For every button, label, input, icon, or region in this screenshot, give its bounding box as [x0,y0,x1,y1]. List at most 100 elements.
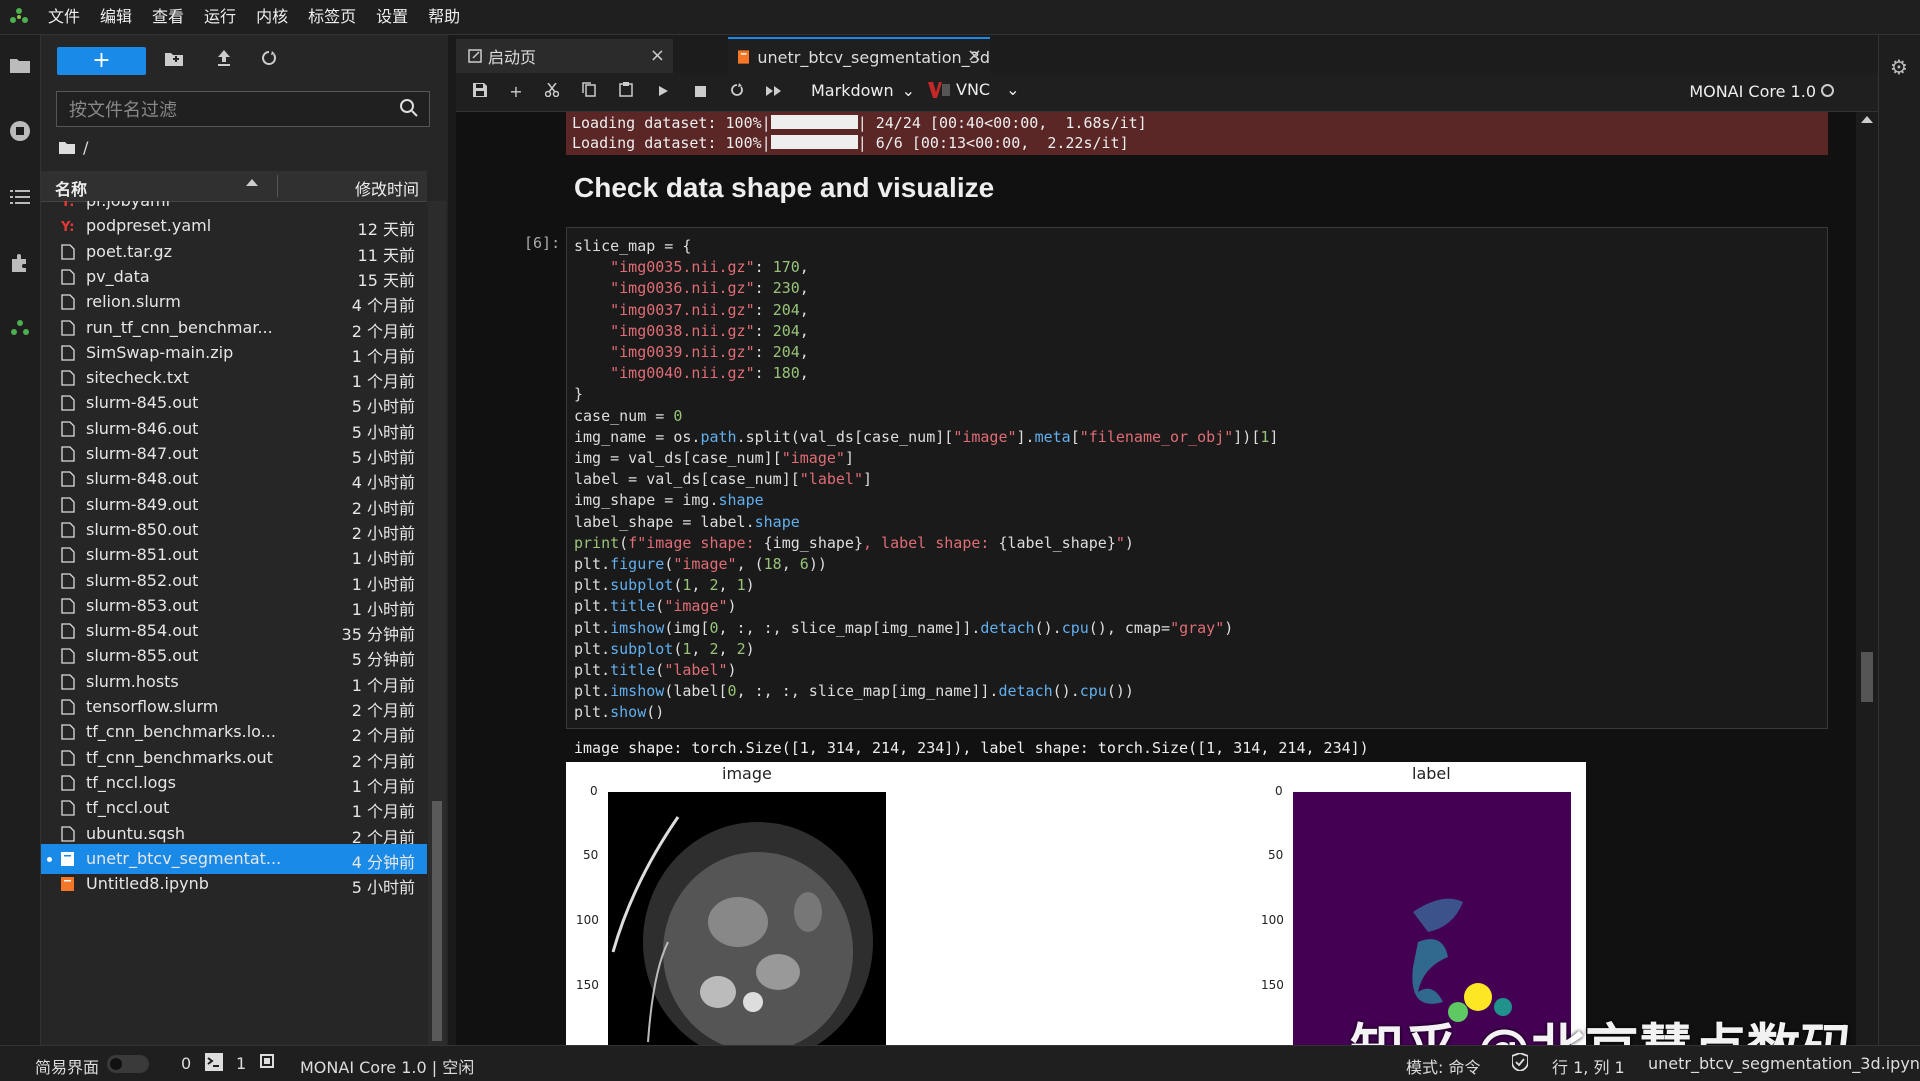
search-icon[interactable] [399,98,419,118]
breadcrumb-path[interactable]: / [83,138,88,157]
file-name: pr.jobyaml [86,201,170,210]
notebook-file-icon [61,877,74,892]
terminal-icon[interactable] [205,1053,223,1075]
file-icon [61,345,75,361]
progress-label: Loading dataset: 100%| [572,114,771,132]
vnc-button[interactable]: VNC ⌄ [928,80,1020,99]
file-name: Untitled8.ipynb [86,874,209,894]
menu-item[interactable]: 运行 [194,0,246,34]
progress-stats: | 6/6 [00:13<00:00, 2.22s/it] [857,134,1129,152]
yaml-file-icon: Y: [61,220,74,234]
file-icon [61,623,75,639]
file-list-item[interactable]: Untitled8.ipynb 5 小时前 [41,869,427,899]
new-folder-icon[interactable] [161,47,187,75]
y-tick: 150 [576,978,599,992]
menu-item[interactable]: 文件 [38,0,90,34]
notebook-file-icon [61,851,74,866]
root-folder-icon[interactable] [59,141,75,154]
file-list-scrollbar-thumb[interactable] [432,801,442,1041]
file-name: slurm-853.out [86,595,199,615]
chevron-down-icon: ⌄ [1006,80,1020,99]
copy-icon[interactable] [577,81,601,103]
menu-item[interactable]: 内核 [246,0,298,34]
file-icon [61,243,75,260]
left-plot-title: image [722,764,772,783]
file-name: slurm-845.out [86,393,199,413]
launcher-icon [468,49,482,63]
new-launcher-button[interactable]: + [57,47,146,75]
fast-forward-icon[interactable] [762,81,786,103]
y-tick: 0 [1275,784,1283,798]
folder-icon[interactable] [6,51,34,79]
save-icon[interactable] [468,81,492,103]
notebook-content: Loading dataset: 100%| | 24/24 [00:40<00:… [456,112,1856,1045]
kernel-chip-icon[interactable] [258,1052,276,1074]
insert-cell-icon[interactable]: + [504,81,528,103]
file-name: tensorflow.slurm [86,697,219,716]
file-name: podpreset.yaml [86,216,212,236]
property-inspector-icon[interactable]: ⚙ [1890,55,1908,79]
extensions-puzzle-icon[interactable] [6,249,34,277]
simple-mode-toggle[interactable] [107,1055,149,1073]
file-icon [61,421,75,437]
column-header-modified[interactable]: 修改时间 [355,176,419,200]
file-name: slurm-848.out [86,469,199,489]
code-cell[interactable]: slice_map = { "img0035.nii.gz": 170, "im… [566,227,1828,729]
paste-icon[interactable] [614,81,638,103]
monai-extension-icon[interactable] [6,315,34,343]
stdout-output: image shape: torch.Size([1, 314, 214, 23… [574,739,1369,757]
refresh-icon[interactable] [256,47,282,75]
running-kernels-icon[interactable] [6,117,34,145]
menu-item[interactable]: 编辑 [90,0,142,34]
menu-item[interactable]: 查看 [142,0,194,34]
file-list: Y:pr.jobyamlY:podpreset.yaml12 天前poet.ta… [41,201,427,1045]
file-name: ubuntu.sqsh [86,823,186,843]
current-filename: unetr_btcv_segmentation_3d.ipynb [1648,1054,1920,1073]
notebook-scrollbar-thumb[interactable] [1861,652,1873,702]
tab-notebook[interactable]: unetr_btcv_segmentation_3d × [728,37,990,75]
file-icon [61,522,75,538]
file-icon [61,370,75,386]
code-editor[interactable]: slice_map = { "img0035.nii.gz": 170, "im… [574,236,1278,724]
y-tick: 0 [590,784,598,798]
kernel-status-text[interactable]: MONAI Core 1.0 | 空闲 [300,1054,474,1078]
kernel-name[interactable]: MONAI Core 1.0 [1689,82,1816,101]
column-header-name[interactable]: 名称 [55,176,87,200]
file-icon [61,699,75,715]
file-icon [61,446,75,462]
file-icon [61,572,75,589]
scroll-up-icon[interactable] [1861,116,1873,123]
panel-splitter[interactable] [448,35,456,1045]
table-of-contents-icon[interactable] [6,183,34,211]
menu-item[interactable]: 帮助 [418,0,470,34]
close-icon[interactable]: × [650,45,665,66]
tab-launcher[interactable]: 启动页 × [456,39,673,73]
menu-item[interactable]: 设置 [366,0,418,34]
upload-icon[interactable] [211,47,237,75]
restart-icon[interactable] [725,81,749,103]
column-divider [277,175,278,197]
stop-icon[interactable] [688,81,712,103]
markdown-heading[interactable]: Check data shape and visualize [574,172,994,204]
file-list-scrollbar[interactable] [428,201,446,1045]
menu-item[interactable]: 标签页 [298,0,366,34]
breadcrumb[interactable]: / [59,138,88,157]
cell-type-select[interactable]: Markdown ⌄ [811,81,915,100]
file-list-header: 名称 修改时间 [41,171,427,202]
menu-bar: 文件 编辑 查看 运行 内核 标签页 设置 帮助 [0,0,1920,35]
kernel-count: 1 [236,1054,247,1073]
close-icon[interactable]: × [967,45,982,66]
cursor-position[interactable]: 行 1, 列 1 [1552,1054,1625,1078]
simple-mode-label: 简易界面 [35,1058,100,1077]
cut-icon[interactable] [540,81,564,103]
editor-mode[interactable]: 模式: 命令 [1406,1054,1480,1078]
file-name: tf_nccl.logs [86,772,176,792]
file-name: slurm.hosts [86,671,179,691]
sort-ascending-icon[interactable] [246,179,258,186]
file-filter-field[interactable] [56,91,430,127]
progress-bar [770,135,858,149]
shield-icon[interactable] [1511,1052,1529,1075]
notebook-scrollbar[interactable] [1856,112,1878,1045]
run-icon[interactable] [651,81,675,103]
file-filter-input[interactable] [67,96,391,124]
